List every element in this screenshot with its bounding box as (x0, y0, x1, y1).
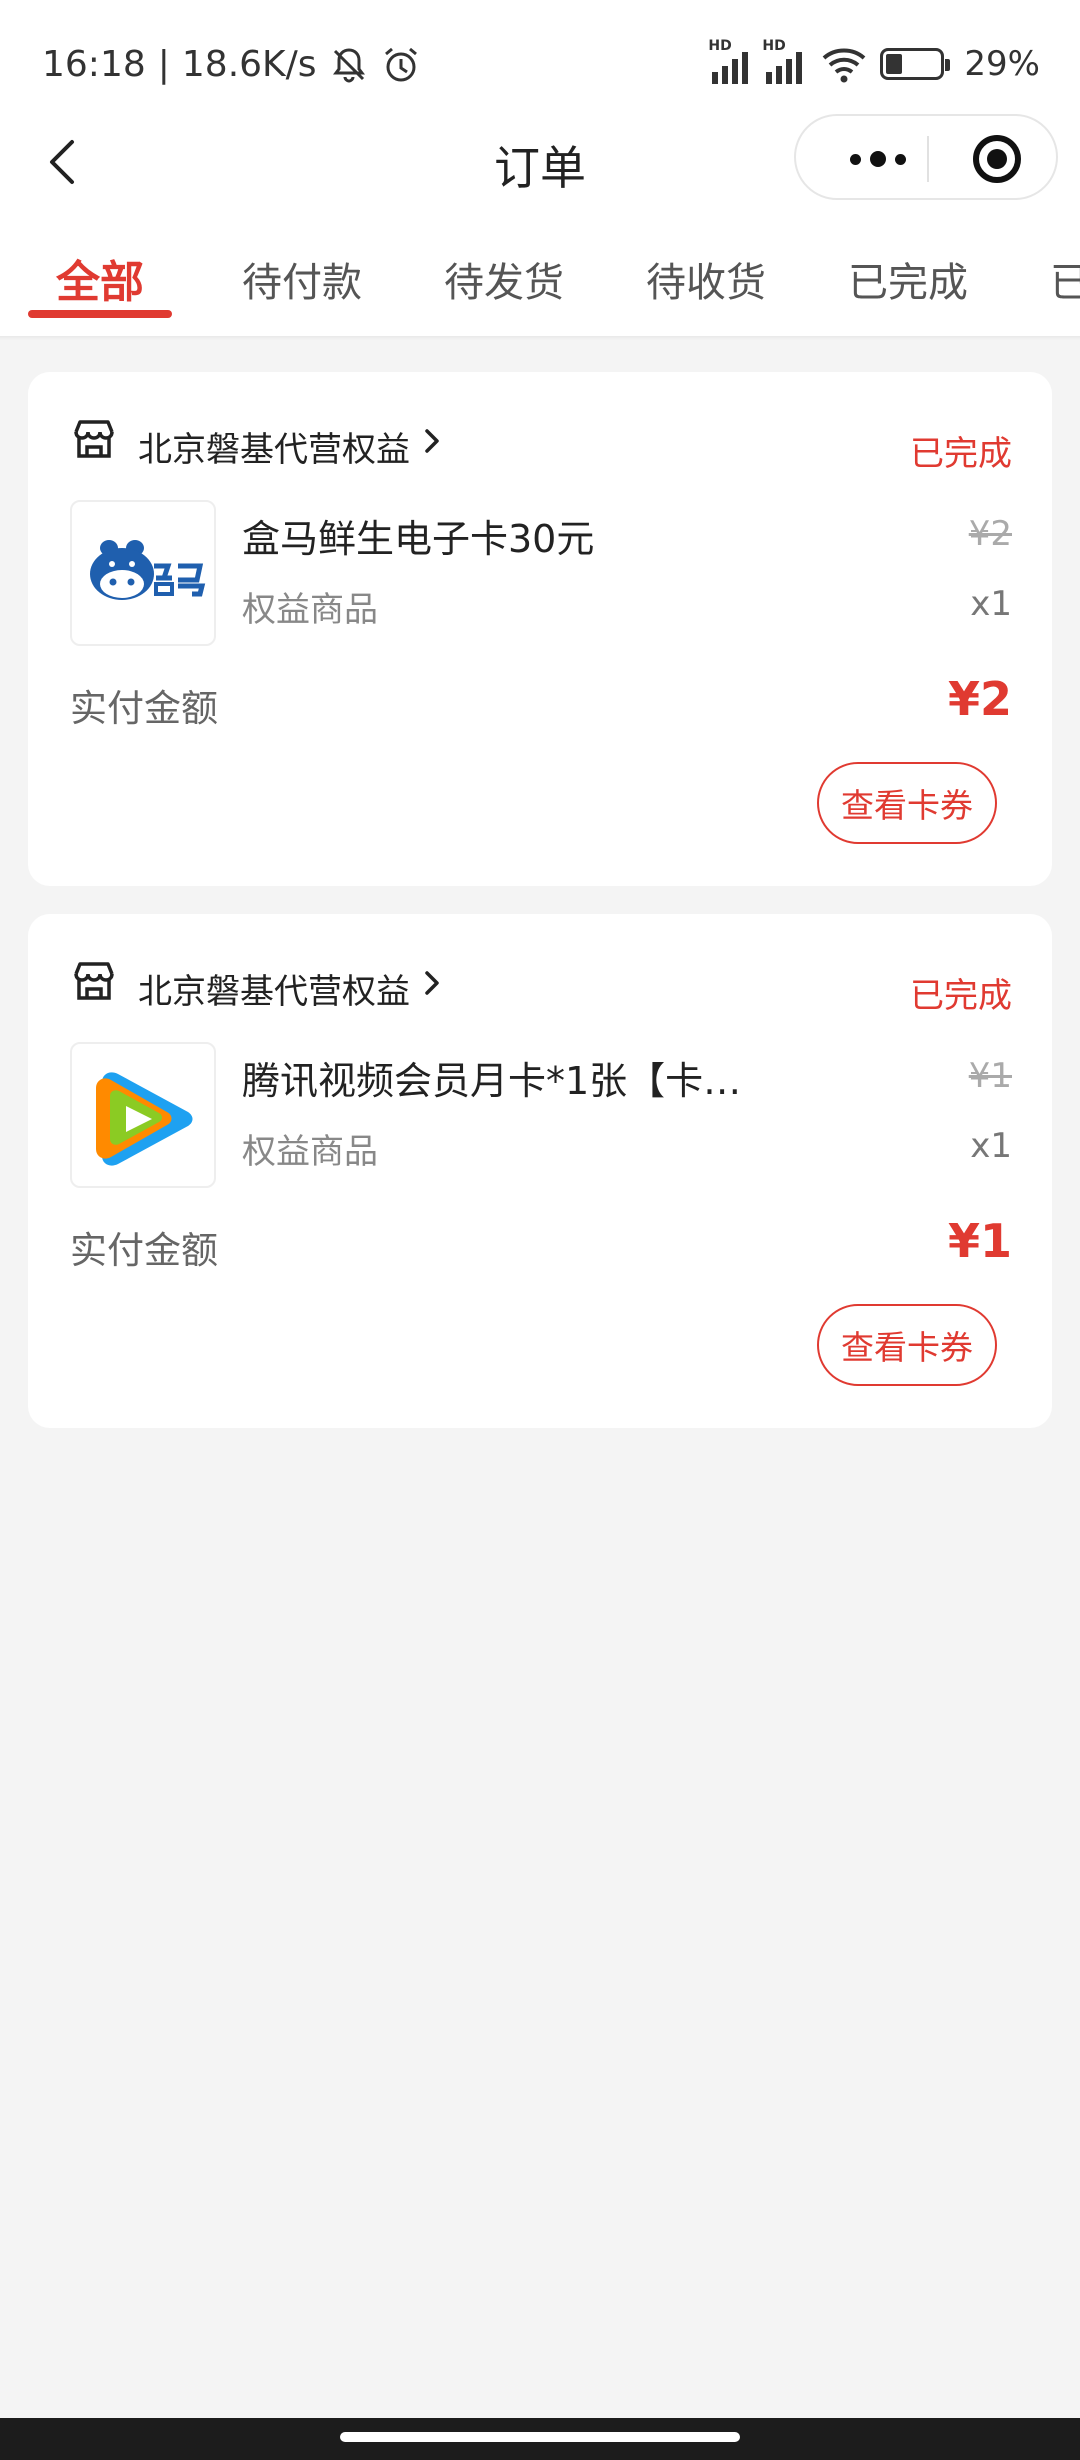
tab-active-indicator (28, 310, 172, 318)
wifi-icon (823, 48, 866, 83)
product-image[interactable] (70, 1042, 216, 1188)
chevron-right-icon[interactable] (418, 968, 446, 998)
store-icon (74, 962, 114, 1000)
order-status: 已完成 (910, 976, 1012, 1016)
order-card[interactable]: 北京磐基代营权益 已完成 盒马鲜生电子卡30元 权益商品 ¥2 x1 实付金额 … (28, 372, 1052, 886)
capsule-divider (927, 136, 929, 182)
nav-bar: 订单 (0, 110, 1080, 210)
view-voucher-button[interactable]: 查看卡券 (817, 1304, 997, 1386)
network-speed: 18.6K/s (181, 44, 317, 85)
tab-all[interactable]: 全部 (56, 246, 144, 310)
alarm-icon (384, 47, 417, 81)
product-name[interactable]: 腾讯视频会员月卡*1张【卡… (242, 1050, 741, 1105)
tab-more-partial[interactable]: 已 (1050, 250, 1080, 308)
chevron-right-icon[interactable] (418, 426, 446, 456)
quantity: x1 (970, 584, 1012, 624)
tab-pending-payment[interactable]: 待付款 (242, 250, 362, 308)
product-type: 权益商品 (242, 590, 378, 630)
system-nav-bar (0, 2418, 1080, 2460)
shop-name[interactable]: 北京磐基代营权益 (138, 964, 410, 1013)
battery-level: 29% (964, 44, 1040, 84)
tab-pending-shipment[interactable]: 待发货 (444, 250, 564, 308)
original-price: ¥1 (968, 1056, 1012, 1096)
product-name[interactable]: 盒马鲜生电子卡30元 (242, 508, 594, 563)
signal-icon: HD (708, 38, 749, 84)
tab-pending-receipt[interactable]: 待收货 (646, 250, 766, 308)
store-icon (74, 420, 114, 458)
signal-icon-2: HD (762, 38, 803, 84)
tab-completed[interactable]: 已完成 (848, 250, 968, 308)
view-voucher-button[interactable]: 查看卡券 (817, 762, 997, 844)
tencent-video-logo-icon (96, 1072, 193, 1166)
header-shadow (0, 336, 1080, 340)
paid-label: 实付金额 (70, 1229, 218, 1272)
header-area: 16:18 | 18.6K/s HD HD 29% 订单 全部 待付款 待发货 … (0, 0, 1080, 338)
paid-amount: ¥2 (947, 672, 1012, 726)
paid-label: 实付金额 (70, 687, 218, 730)
hema-logo-icon (90, 540, 206, 600)
close-target-icon[interactable] (973, 135, 1021, 183)
order-card[interactable]: 北京磐基代营权益 已完成 腾讯视频会员月卡*1张【卡… 权益商品 ¥1 x1 实… (28, 914, 1052, 1428)
product-image[interactable] (70, 500, 216, 646)
quantity: x1 (970, 1126, 1012, 1166)
order-tabs: 全部 待付款 待发货 待收货 已完成 已 (0, 236, 1080, 336)
status-separator: | (157, 44, 170, 85)
bell-muted-icon (332, 47, 365, 83)
shop-name[interactable]: 北京磐基代营权益 (138, 422, 410, 471)
product-type: 权益商品 (242, 1132, 378, 1172)
battery-icon (880, 48, 951, 80)
clock: 16:18 (42, 44, 146, 85)
order-status: 已完成 (910, 434, 1012, 474)
original-price: ¥2 (968, 514, 1012, 554)
paid-amount: ¥1 (947, 1214, 1012, 1268)
home-indicator[interactable] (340, 2432, 740, 2442)
more-icon[interactable] (830, 116, 926, 202)
miniprogram-capsule (794, 114, 1058, 200)
